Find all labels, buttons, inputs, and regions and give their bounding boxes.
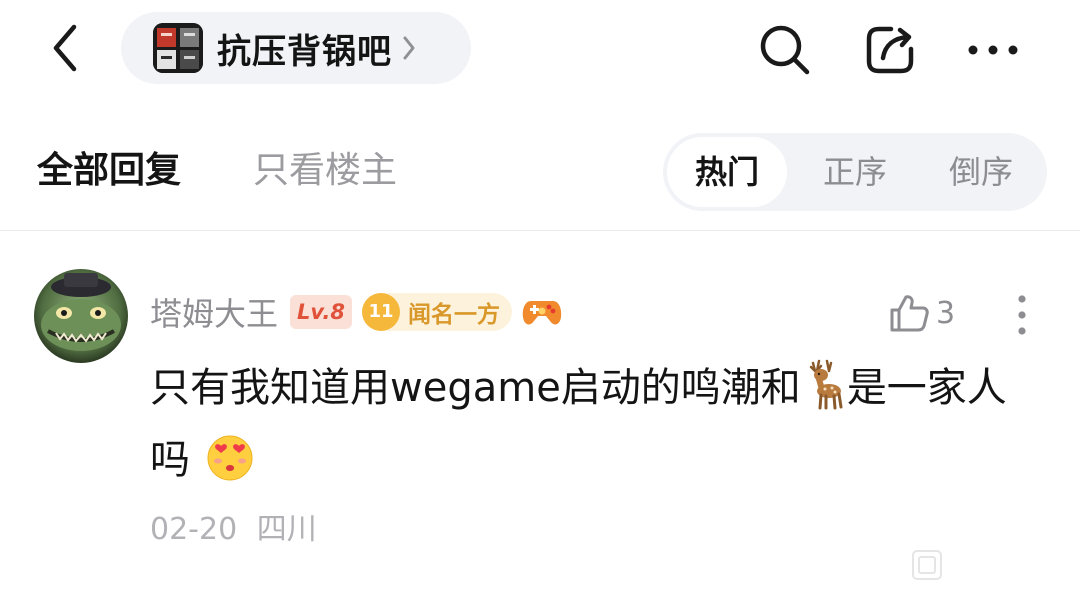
thumbs-up-icon xyxy=(890,295,929,332)
reply-location: 四川 xyxy=(256,512,317,547)
share-icon xyxy=(866,26,914,74)
chevron-right-icon xyxy=(402,33,422,63)
reply-content: 只有我知道用wegame启动的鸣潮和 是一家人吗 xyxy=(150,352,1030,496)
reply-user-row: 塔姆大王 Lv.8 11 闻名一方 xyxy=(150,288,562,336)
reply-text-part1: 只有我知道用wegame启动的鸣潮和 xyxy=(150,365,801,411)
search-button[interactable] xyxy=(755,20,815,80)
reply-meta: 02-20 四川 xyxy=(150,504,317,548)
back-button[interactable] xyxy=(40,20,90,76)
like-button[interactable]: 3 xyxy=(888,290,955,336)
sort-segmented-control: 热门 正序 倒序 xyxy=(663,133,1047,211)
share-button[interactable] xyxy=(860,20,920,80)
sort-option-ascending[interactable]: 正序 xyxy=(823,133,887,211)
deer-emoji-icon xyxy=(801,359,847,411)
forum-entry-button[interactable]: 抗压背锅吧 xyxy=(121,12,471,84)
top-navigation-bar: 抗压背锅吧 xyxy=(0,0,1080,100)
honor-title-badge: 11 闻名一方 xyxy=(361,293,512,331)
vertical-more-icon xyxy=(1018,295,1026,335)
level-badge: Lv.8 xyxy=(290,295,352,329)
more-icon xyxy=(968,45,1018,55)
reply-filter-bar: 全部回复 只看楼主 热门 正序 倒序 xyxy=(0,130,1080,214)
heart-eyes-kiss-emoji-icon xyxy=(204,431,256,483)
gamepad-icon xyxy=(522,292,562,332)
back-icon xyxy=(53,24,77,72)
avatar[interactable] xyxy=(34,269,128,363)
reply-date: 02-20 xyxy=(150,512,238,547)
forum-logo xyxy=(153,23,203,73)
more-options-button[interactable] xyxy=(963,20,1023,80)
sort-option-descending[interactable]: 倒序 xyxy=(949,133,1013,211)
like-count: 3 xyxy=(936,295,956,331)
forum-name: 抗压背锅吧 xyxy=(217,31,392,72)
reply-more-button[interactable] xyxy=(1009,292,1035,338)
honor-title-label: 闻名一方 xyxy=(407,302,500,328)
username[interactable]: 塔姆大王 xyxy=(150,289,278,335)
honor-level-number: 11 xyxy=(361,293,400,331)
tab-original-poster-only[interactable]: 只看楼主 xyxy=(253,148,397,194)
sort-option-hot[interactable]: 热门 xyxy=(695,133,759,211)
search-icon xyxy=(760,25,810,75)
tab-all-replies[interactable]: 全部回复 xyxy=(37,148,181,194)
watermark-icon xyxy=(910,548,944,582)
section-divider xyxy=(0,230,1080,231)
